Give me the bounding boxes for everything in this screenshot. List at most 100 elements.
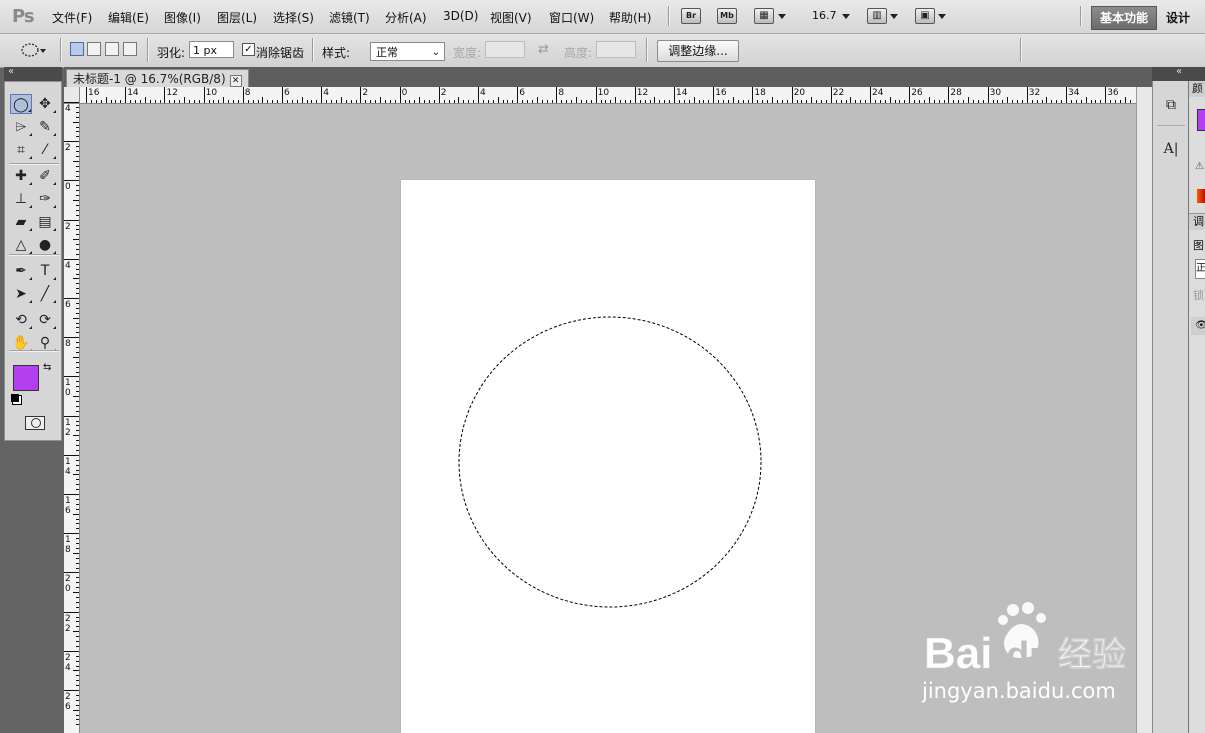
menu-window[interactable]: 窗口(W)	[549, 9, 594, 26]
panel-dock-header[interactable]: «	[1152, 66, 1205, 81]
close-icon[interactable]: ✕	[229, 75, 242, 87]
horizontal-ruler[interactable]: 16 14 12 10 8 6 4 2 0 2 4 6 8 10 12 14 16 18 20 22 24 26 28 30 3…	[80, 87, 1136, 104]
collapse-icon[interactable]: «	[8, 66, 14, 77]
mini-bridge-icon[interactable]: Mb	[717, 8, 737, 24]
ruler-minor-tick	[76, 601, 79, 603]
history-panel-icon[interactable]: ⧉	[1159, 93, 1183, 117]
line-icon[interactable]: ╱	[34, 284, 56, 304]
ruler-minor-tick	[149, 100, 151, 103]
pen-icon[interactable]: ✒	[10, 261, 32, 281]
ruler-minor-tick	[625, 100, 626, 103]
ruler-minor-tick	[76, 685, 79, 687]
chevron-down-icon[interactable]	[778, 14, 786, 19]
clone-stamp-icon[interactable]: ⊥	[10, 189, 32, 209]
history-brush-icon[interactable]: ✑	[34, 189, 56, 209]
add-to-selection-button[interactable]	[87, 42, 101, 56]
crop-icon[interactable]: ⌗	[10, 140, 32, 160]
move-icon[interactable]: ✥	[34, 94, 56, 114]
blur-icon[interactable]: △	[10, 235, 32, 255]
color-ramp[interactable]	[1197, 189, 1205, 203]
ruler-minor-tick	[76, 116, 79, 118]
menu-3d[interactable]: 3D(D)	[443, 9, 478, 23]
foreground-color-swatch[interactable]	[13, 365, 39, 391]
ruler-minor-tick	[296, 100, 298, 103]
tool-flyout-indicator	[29, 133, 32, 136]
arrange-documents-icon[interactable]: ▥	[867, 8, 887, 24]
path-selection-icon[interactable]: ➤	[10, 284, 32, 304]
intersect-selection-button[interactable]	[123, 42, 137, 56]
toolbar-header[interactable]: «	[4, 66, 62, 81]
zoom-level[interactable]: 16.7	[812, 9, 837, 22]
ruler-minor-tick	[1031, 100, 1033, 103]
ruler-major-tick	[64, 454, 79, 456]
panel-foreground-swatch[interactable]	[1197, 109, 1205, 131]
default-colors-icon[interactable]	[11, 394, 19, 402]
spot-healing-icon[interactable]: ✚	[10, 166, 32, 186]
antialias-checkbox[interactable]: ✓	[242, 43, 255, 56]
ruler-minor-tick	[1017, 100, 1018, 103]
workspace-design-button[interactable]: 设计	[1166, 9, 1190, 26]
subtract-from-selection-button[interactable]	[105, 42, 119, 56]
3d-rotate-icon[interactable]: ⟲	[10, 310, 32, 330]
expand-icon[interactable]: «	[1176, 66, 1182, 77]
character-panel-icon[interactable]: A|	[1159, 137, 1183, 161]
screen-mode-icon[interactable]: ▣	[915, 8, 935, 24]
color-panel-tab[interactable]: 颜	[1189, 81, 1205, 97]
ruler-minor-tick	[874, 100, 876, 103]
workspace-essentials-button[interactable]: 基本功能	[1091, 6, 1157, 30]
style-select[interactable]: 正常 ⌄	[370, 42, 445, 61]
ruler-label: 14	[65, 456, 71, 477]
menu-help[interactable]: 帮助(H)	[609, 9, 651, 26]
ruler-minor-tick	[76, 528, 79, 530]
menu-image[interactable]: 图像(I)	[164, 9, 201, 26]
ruler-major-tick	[438, 87, 440, 103]
ruler-minor-tick	[958, 100, 960, 103]
feather-input[interactable]: 1 px	[189, 41, 234, 58]
ruler-label: 24	[872, 88, 884, 98]
eraser-icon[interactable]: ▰	[10, 212, 32, 232]
3d-orbit-icon[interactable]: ⟳	[34, 310, 56, 330]
ruler-minor-tick	[433, 100, 435, 103]
menu-view[interactable]: 视图(V)	[490, 9, 532, 26]
brush-icon[interactable]: ✐	[34, 166, 56, 186]
polygonal-lasso-icon[interactable]: ⌲	[10, 117, 32, 137]
quick-selection-icon[interactable]: ✎	[34, 117, 56, 137]
menu-file[interactable]: 文件(F)	[52, 9, 92, 26]
document-tab[interactable]: 未标题-1 @ 16.7%(RGB/8) ✕	[66, 69, 249, 88]
bridge-icon[interactable]: Br	[681, 8, 701, 24]
layers-panel-tab[interactable]: 图	[1193, 237, 1204, 253]
view-extras-icon[interactable]: ▦	[754, 8, 774, 24]
menu-analysis[interactable]: 分析(A)	[385, 9, 427, 26]
menu-layer[interactable]: 图层(L)	[217, 9, 257, 26]
dodge-icon[interactable]: ●	[34, 235, 56, 255]
ruler-label: 2	[440, 88, 447, 98]
refine-edge-button[interactable]: 调整边缘...	[657, 40, 739, 62]
chevron-down-icon[interactable]	[938, 14, 946, 19]
menu-select[interactable]: 选择(S)	[273, 9, 314, 26]
swap-colors-icon[interactable]: ⇆	[43, 362, 51, 373]
quick-mask-button[interactable]	[25, 416, 45, 430]
ruler-major-tick	[791, 87, 793, 103]
eyedropper-icon[interactable]: ⁄	[34, 140, 56, 160]
chevron-down-icon[interactable]	[890, 14, 898, 19]
gradient-icon[interactable]: ▤	[34, 212, 56, 232]
ruler-minor-tick	[76, 557, 79, 559]
ruler-minor-tick	[380, 97, 381, 103]
ruler-minor-tick	[76, 204, 79, 206]
ruler-minor-tick	[76, 146, 79, 148]
ruler-minor-tick	[605, 100, 607, 103]
vertical-ruler[interactable]: 4 2 0 2 4 6 8 10 12 14 16 18 20 22 24 26	[64, 102, 80, 733]
type-icon[interactable]: T	[34, 261, 56, 281]
ruler-major-tick	[1066, 87, 1067, 103]
adjustments-panel-tab[interactable]: 调	[1189, 213, 1205, 230]
chevron-down-icon[interactable]	[842, 14, 850, 19]
menu-edit[interactable]: 编辑(E)	[108, 9, 149, 26]
new-selection-button[interactable]	[70, 42, 84, 56]
blend-mode-select[interactable]: 正	[1195, 259, 1205, 279]
eye-icon[interactable]: 👁	[1191, 317, 1205, 335]
elliptical-marquee-icon[interactable]: ◯	[10, 94, 32, 114]
ruler-minor-tick	[73, 513, 79, 515]
document-canvas[interactable]	[401, 180, 815, 733]
tool-preset-icon[interactable]	[18, 42, 46, 58]
menu-filter[interactable]: 滤镜(T)	[329, 9, 370, 26]
